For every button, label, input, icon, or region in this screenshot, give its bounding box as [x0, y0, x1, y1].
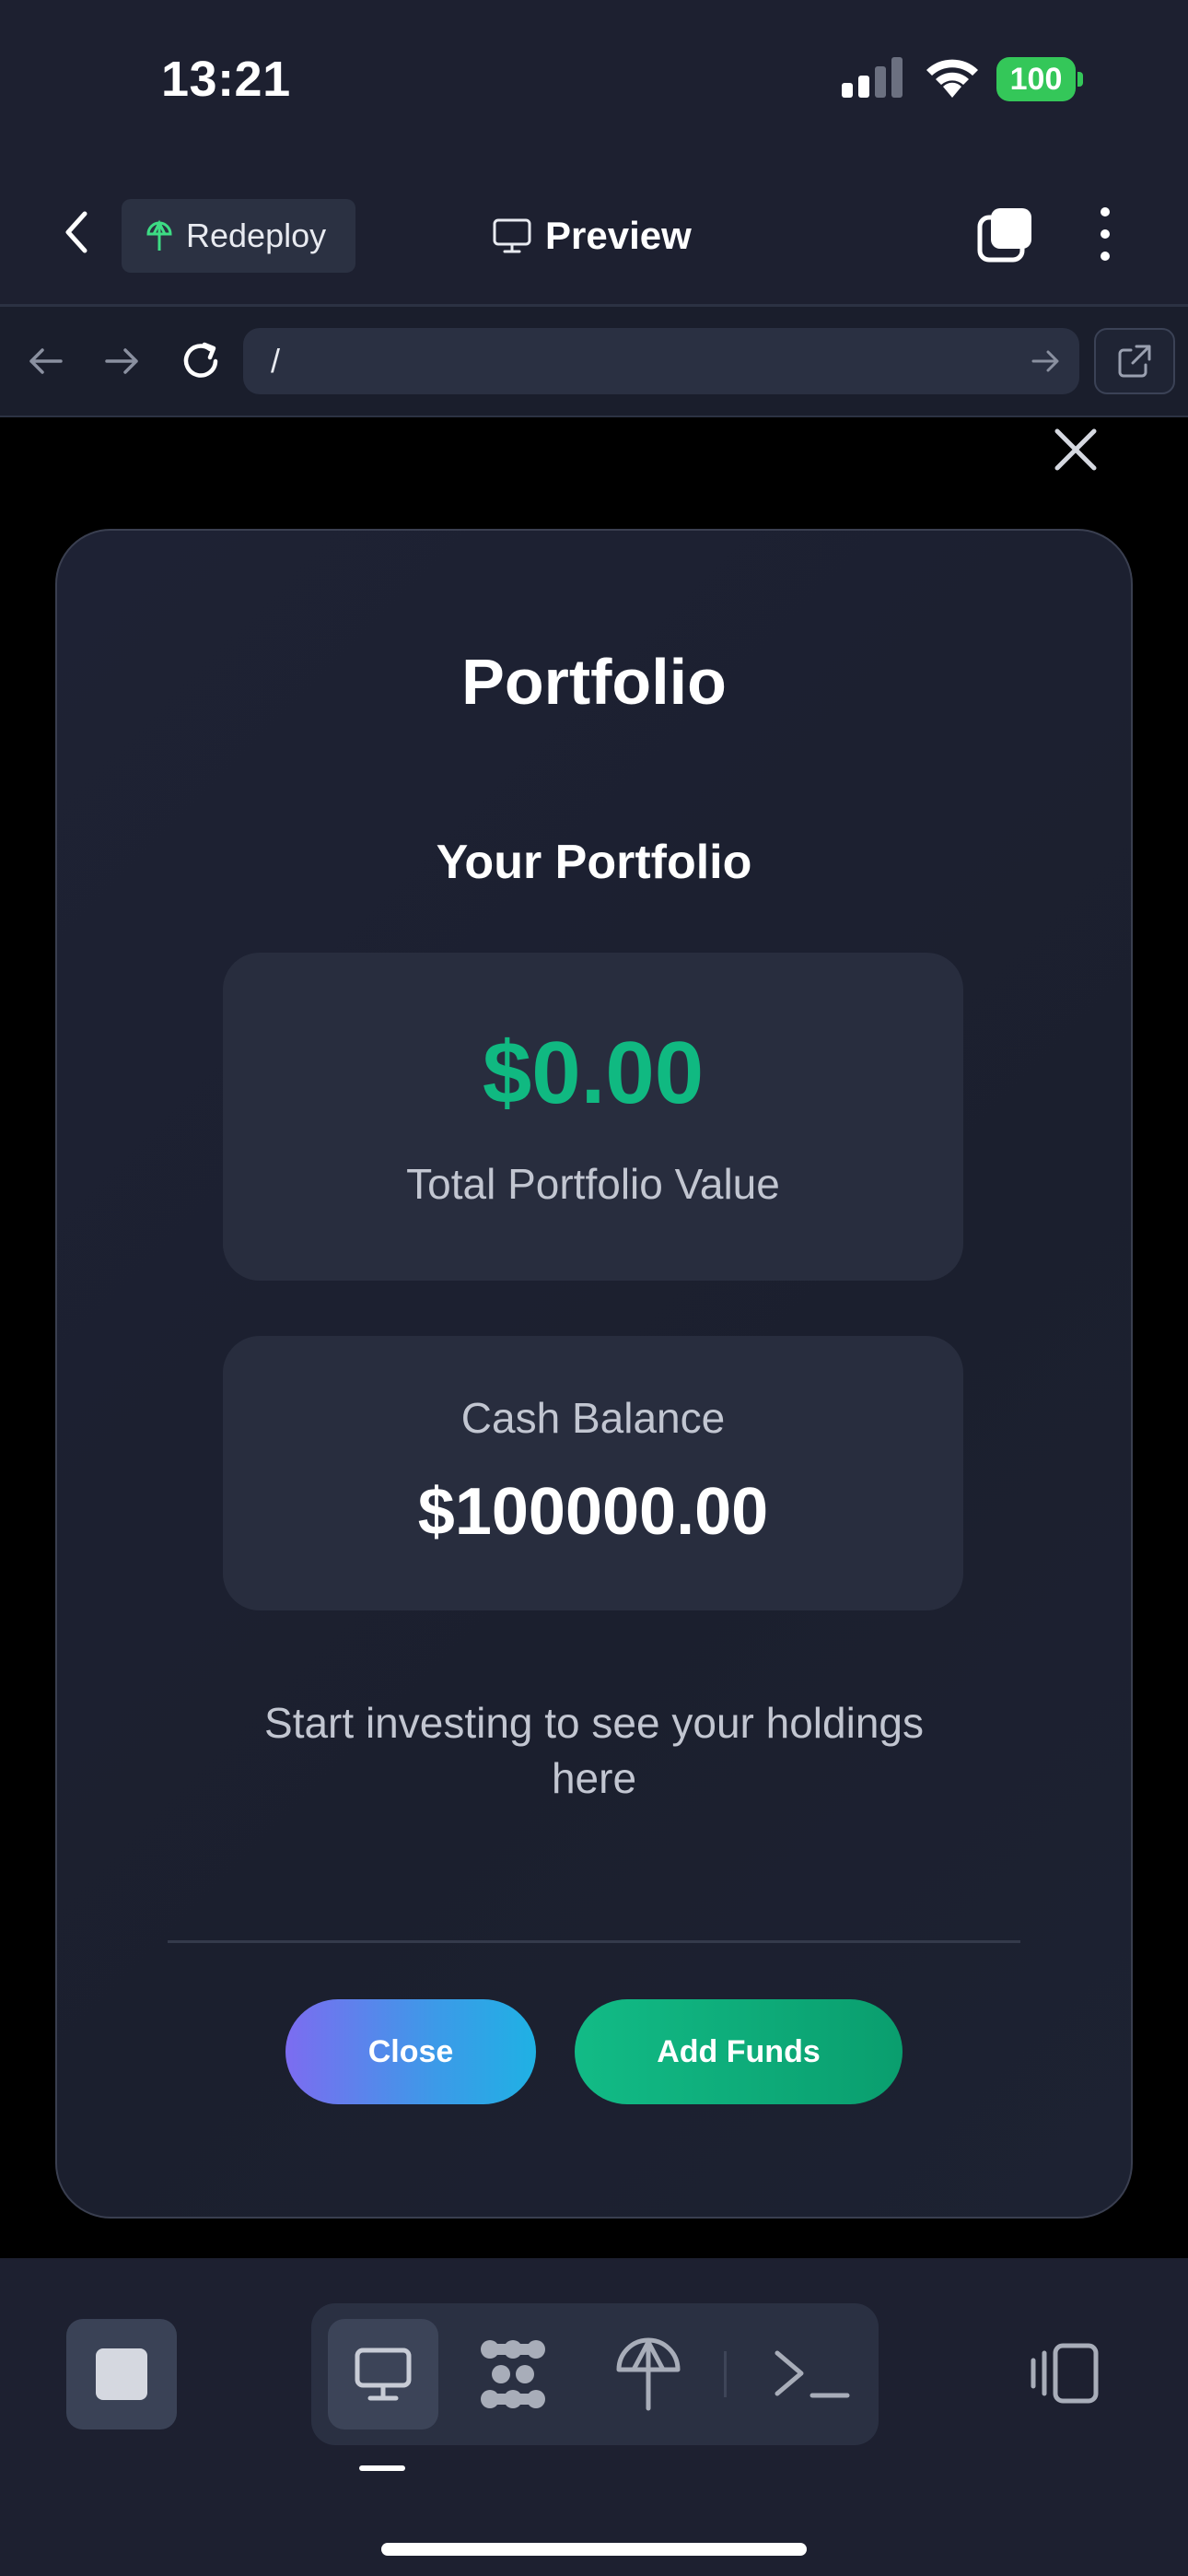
- empty-holdings-message: Start investing to see your holdings her…: [264, 1699, 924, 1802]
- go-arrow-icon[interactable]: [1030, 345, 1063, 378]
- deploy-icon: [146, 219, 172, 251]
- cellular-signal-icon: [842, 57, 903, 98]
- wifi-icon: [926, 59, 978, 98]
- preview-title: Preview: [492, 205, 692, 267]
- back-arrow-icon[interactable]: [26, 341, 66, 381]
- shell-icon[interactable]: [770, 2340, 853, 2408]
- back-chevron-icon[interactable]: [53, 205, 99, 260]
- cash-balance-card: [223, 1336, 963, 1610]
- stop-button[interactable]: [66, 2319, 177, 2430]
- reload-icon[interactable]: [177, 337, 225, 385]
- ai-agent-icon[interactable]: [475, 2336, 551, 2412]
- close-icon[interactable]: [1052, 426, 1100, 474]
- redeploy-label: Redeploy: [186, 217, 327, 254]
- cash-balance-value: $100000.00: [417, 1475, 769, 1549]
- redeploy-button[interactable]: Redeploy: [122, 199, 355, 273]
- deploy-icon[interactable]: [613, 2336, 683, 2412]
- home-indicator: [381, 2543, 807, 2556]
- toolbar-separator: [724, 2351, 727, 2397]
- section-title: Your Portfolio: [436, 836, 752, 889]
- tabs-icon[interactable]: [976, 205, 1035, 263]
- preview-label: Preview: [545, 214, 692, 257]
- add-funds-button[interactable]: Add Funds: [575, 1999, 903, 2104]
- more-menu-icon[interactable]: [1089, 205, 1122, 263]
- modal-divider: [168, 1940, 1020, 1943]
- external-link-icon: [1118, 345, 1151, 378]
- cash-balance-label: Cash Balance: [460, 1394, 726, 1442]
- desktop-tab[interactable]: [328, 2319, 438, 2430]
- url-input[interactable]: /: [243, 328, 1079, 394]
- forward-arrow-icon[interactable]: [101, 341, 142, 381]
- battery-level: 100: [996, 57, 1076, 101]
- close-button[interactable]: Close: [285, 1999, 536, 2104]
- battery-icon: 100: [996, 57, 1083, 101]
- total-portfolio-value: $0.00: [482, 1024, 705, 1122]
- total-portfolio-label: Total Portfolio Value: [406, 1160, 780, 1208]
- status-time: 13:21: [161, 52, 291, 107]
- devices-icon[interactable]: [1030, 2340, 1100, 2406]
- active-tab-indicator: [359, 2465, 405, 2471]
- modal-title: Portfolio: [461, 646, 727, 718]
- open-external-button[interactable]: [1094, 328, 1175, 394]
- desktop-icon: [355, 2348, 412, 2401]
- stop-icon: [96, 2348, 147, 2400]
- monitor-icon: [493, 218, 531, 253]
